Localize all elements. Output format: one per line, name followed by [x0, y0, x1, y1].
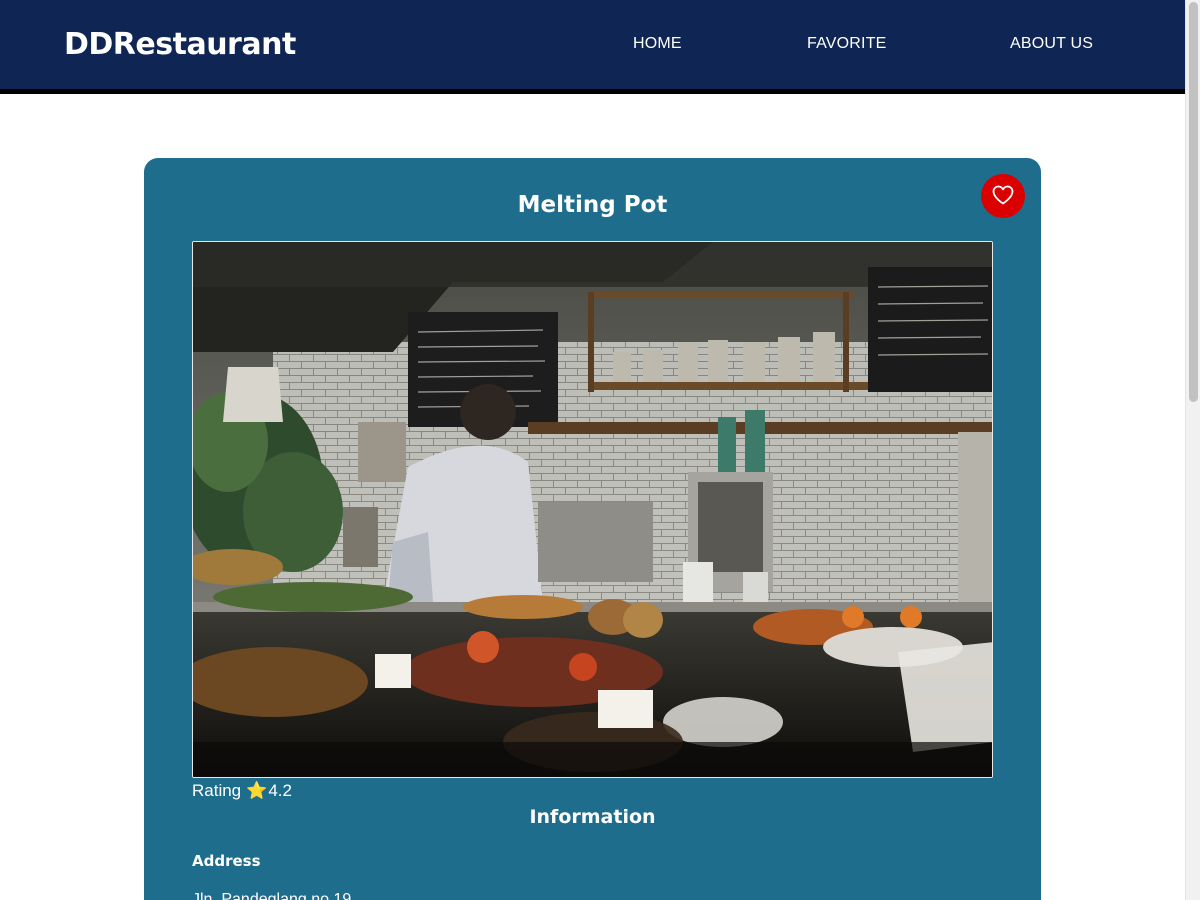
nav-favorite-link[interactable]: FAVORITE [807, 35, 887, 53]
address-value: Jln. Pandeglang no 19 [192, 891, 352, 900]
rating-value: 4.2 [268, 781, 292, 800]
brand-logo-link[interactable]: DDRestaurant [64, 27, 296, 62]
star-icon: ⭐ [246, 781, 268, 800]
information-heading: Information [529, 806, 656, 828]
app-header: DDRestaurant HOME FAVORITE ABOUT US [0, 0, 1185, 94]
restaurant-name: Melting Pot [517, 192, 668, 218]
nav-about-us-link[interactable]: ABOUT US [1010, 35, 1093, 53]
address-label: Address [192, 852, 261, 870]
restaurant-image [192, 241, 993, 778]
rating: Rating ⭐ 4.2 [192, 781, 292, 801]
scrollbar-thumb[interactable] [1189, 2, 1198, 402]
page-scrollbar[interactable] [1185, 0, 1200, 900]
rating-label: Rating [192, 781, 242, 800]
restaurant-detail-card: Melting Pot Rating ⭐ 4.2 Information Add… [144, 158, 1041, 900]
nav-home-link[interactable]: HOME [633, 35, 682, 53]
